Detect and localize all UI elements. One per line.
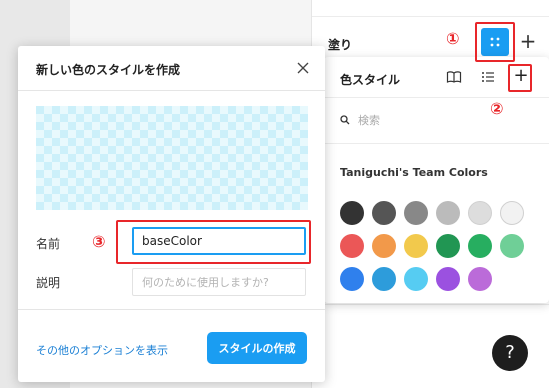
color-swatch[interactable] [372,201,396,225]
color-swatch[interactable] [404,267,428,291]
panel-divider [312,304,549,305]
search-icon [340,115,350,125]
highlight-add-style [508,64,532,92]
color-preview [36,106,308,210]
color-swatch[interactable] [500,234,524,258]
book-icon[interactable] [446,69,462,85]
dialog-title: 新しい色のスタイルを作成 [36,63,181,77]
highlight-name-input [116,220,311,264]
close-icon[interactable] [295,60,311,76]
color-swatch[interactable] [436,234,460,258]
highlight-style-button [475,22,515,62]
add-fill-button[interactable]: + [519,30,537,52]
color-styles-popover: 色スタイル + Taniguchi's Team Colors [324,57,549,303]
annotation-number-2: ② [490,99,504,118]
more-options-link[interactable]: その他のオプションを表示 [36,342,168,358]
color-swatch[interactable] [436,201,460,225]
help-button[interactable]: ? [492,335,528,371]
color-swatch[interactable] [436,267,460,291]
color-swatch[interactable] [500,201,524,225]
create-color-style-dialog: 新しい色のスタイルを作成 名前 説明 その他のオプションを表示 スタイルの作成 [18,46,325,382]
popover-divider [324,143,549,144]
color-swatch[interactable] [468,201,492,225]
create-style-button[interactable]: スタイルの作成 [207,332,307,364]
color-swatch[interactable] [340,234,364,258]
color-swatch[interactable] [340,267,364,291]
name-label: 名前 [36,237,61,251]
style-description-input[interactable] [132,268,306,296]
description-label: 説明 [36,276,61,290]
color-swatch[interactable] [372,267,396,291]
panel-divider [312,16,549,17]
annotation-number-1: ① [446,29,460,48]
library-title: Taniguchi's Team Colors [340,166,488,179]
color-swatch-grid [340,201,530,291]
popover-divider [324,97,549,98]
dialog-divider [18,90,325,91]
color-swatch[interactable] [468,267,492,291]
dialog-divider [18,309,325,310]
color-swatch[interactable] [372,234,396,258]
color-swatch[interactable] [404,234,428,258]
popover-title: 色スタイル [340,73,401,87]
fill-section-label: 塗り [328,38,353,52]
color-swatch[interactable] [340,201,364,225]
annotation-number-3: ③ [92,232,106,251]
color-swatch[interactable] [468,234,492,258]
color-swatch[interactable] [404,201,428,225]
list-icon[interactable] [480,69,496,85]
